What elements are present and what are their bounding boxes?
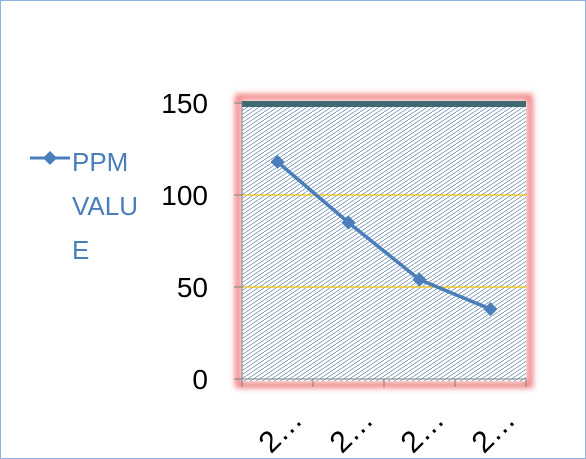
y-tick-label: 50 <box>177 272 208 303</box>
plot-top-band <box>242 101 526 107</box>
y-tick-label: 0 <box>192 364 208 395</box>
legend-label: PPM VALUE <box>72 147 138 265</box>
plot-area <box>242 101 526 381</box>
y-tick-label: 150 <box>161 88 208 119</box>
x-tick-label: 2… <box>324 403 380 459</box>
legend: PPM VALUE <box>28 140 158 270</box>
y-tick-labels: 0 50 100 150 <box>161 88 208 395</box>
x-tick-label: 2… <box>466 403 522 459</box>
legend-marker-icon <box>30 151 70 165</box>
x-tick-labels: 2… 2… 2… 2… <box>253 403 522 459</box>
x-tick-label: 2… <box>253 403 309 459</box>
y-tick-label: 100 <box>161 180 208 211</box>
x-tick-label: 2… <box>395 403 451 459</box>
